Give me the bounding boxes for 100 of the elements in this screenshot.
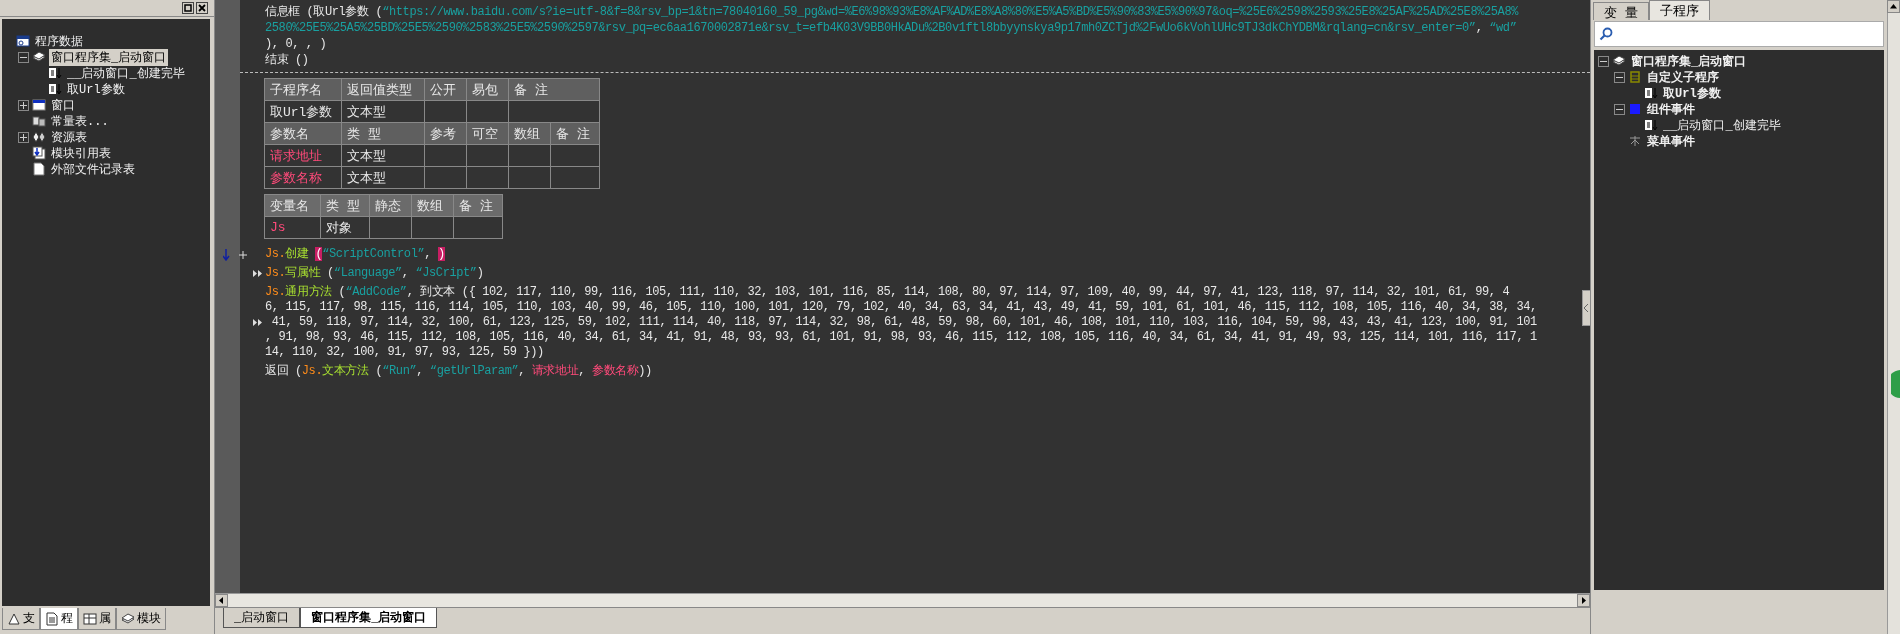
scroll-right-button[interactable] (1577, 594, 1590, 607)
close-button[interactable] (196, 2, 208, 14)
column-header: 可空 (467, 123, 509, 145)
panel-tab[interactable]: 支 (2, 608, 40, 630)
table-cell: Js (265, 217, 321, 239)
code-line: Js.写属性 (“Language”, “JsCript”) (265, 266, 484, 281)
document-tab[interactable]: _启动窗口 (223, 608, 301, 628)
panel-tab[interactable]: 子程序 (1648, 0, 1710, 20)
code-line: 6, 115, 117, 98, 115, 116, 114, 105, 110, 103, 40, 99, 46, 105, 110, 100, 101, 120, 79, 102, 40, 34, 63, 34, 41, 43, 49, 41, 59, 101, 61, 101, 46, 115, 112, 108, 105, 116, 40, 34, 38, 34, (265, 300, 1537, 315)
fold-icon (253, 319, 262, 326)
column-header: 子程序名 (265, 79, 342, 101)
maximize-icon (183, 3, 193, 13)
close-icon (197, 3, 207, 13)
column-header: 参数名 (265, 123, 342, 145)
column-header: 数组 (509, 123, 551, 145)
maximize-button[interactable] (182, 2, 194, 14)
stack-icon (1612, 54, 1626, 68)
app-icon (16, 34, 30, 48)
chevron-left-icon (1583, 304, 1589, 312)
tree-item[interactable]: 取Url参数 (65, 80, 127, 98)
table-cell: 文本型 (342, 145, 425, 167)
column-header: 参考 (425, 123, 467, 145)
collapse-handle[interactable] (1582, 290, 1590, 326)
expander-toggle[interactable] (1614, 103, 1625, 115)
current-line-arrow-icon (223, 248, 249, 261)
table-cell (425, 145, 467, 167)
table-cell (425, 167, 467, 189)
column-header: 备 注 (454, 195, 503, 217)
table-cell (509, 167, 551, 189)
column-header: 类 型 (321, 195, 370, 217)
tree-item[interactable]: 程序数据 (33, 32, 85, 50)
diamond-icon (32, 130, 46, 144)
document-arrow-icon (1644, 86, 1658, 100)
panel-tab[interactable]: 属 (78, 608, 116, 630)
stack-icon (121, 611, 135, 626)
table-cell (509, 145, 551, 167)
expander-toggle[interactable] (18, 131, 29, 143)
tree-item[interactable]: 组件事件 (1645, 100, 1697, 118)
table-cell (551, 145, 600, 167)
tree-item[interactable]: 窗口程序集_启动窗口 (49, 48, 169, 66)
table-cell: 文本型 (342, 167, 425, 189)
table-cell (370, 217, 412, 239)
column-header: 变量名 (265, 195, 321, 217)
code-line: 2580%25E5%25A5%25BD%25E5%2590%2583%25E5%2590%2597&rsv_pq=ec6aa1670002871e&rsv_t=efb4K03V9BB0HkADu%2B0v1ftl8bbyynskya9p17mh0ZCTjd%2FwUo6kVohlUHc9TJ3dkChYDBM&rqlang=cn&rsv_enter=0”, “wd” (265, 20, 1517, 36)
table-cell (467, 145, 509, 167)
document-arrow-icon (48, 82, 62, 96)
file-icon (32, 162, 46, 176)
table-cell: 请求地址 (265, 145, 342, 167)
support-icon (7, 611, 21, 626)
column-header: 数组 (412, 195, 454, 217)
column-header: 备 注 (509, 79, 600, 101)
table-cell (551, 167, 600, 189)
code-line: 41, 59, 118, 97, 114, 32, 100, 61, 123, 125, 59, 102, 111, 114, 40, 118, 97, 114, 32, 98, 61, 48, 59, 98, 60, 101, 46, 108, 101, 110, 103, 116, 104, 59, 98, 43, 43, 41, 123, 100, 91, 101 (270, 315, 1537, 330)
grid-icon (83, 611, 97, 626)
column-header: 返回值类型 (342, 79, 425, 101)
expander-toggle[interactable] (1614, 71, 1625, 83)
horizontal-scrollbar[interactable] (215, 593, 1590, 607)
code-line: Js.通用方法 (“AddCode”, 到文本 ({ 102, 117, 110, 99, 116, 105, 111, 110, 32, 103, 101, 116, 85, 114, 108, 80, 97, 114, 97, 109, 40, 99, 44, 97, 41, 123, 118, 97, 114, 32, 101, 61, 99, 4 (265, 285, 1510, 300)
code-line: Js.创建 (“ScriptControl”, ) (265, 247, 445, 262)
tree-item[interactable]: __启动窗口_创建完毕 (65, 64, 187, 82)
code-line: 信息框 (取Url参数 (“https://www.baidu.com/s?ie=utf-8&f=8&rsv_bp=1&tn=78040160_59_pg&wd=%E6%98%93%E8%AF%AD%E8%A8%80%E5%A5%BD%E5%90%83%E5%90%97&oq=%25E6%2598%2593%25E8%25AF%25AD%25E8%25A8% (265, 4, 1518, 20)
search-field[interactable] (1594, 21, 1884, 47)
stack-icon (32, 50, 46, 64)
panel-tab[interactable]: 变 量 (1593, 2, 1649, 20)
window-icon (32, 98, 46, 112)
table-cell (412, 217, 454, 239)
tree-item[interactable]: 取Url参数 (1661, 84, 1723, 102)
fold-icon (253, 270, 262, 277)
tree-item[interactable]: 自定义子程序 (1645, 68, 1721, 86)
tree-item[interactable]: 常量表... (49, 112, 111, 130)
column-header: 易包 (467, 79, 509, 101)
import-icon (32, 146, 46, 160)
tree-item[interactable]: 窗口 (49, 96, 77, 114)
code-line: ), 0, , ) (265, 36, 327, 52)
column-header: 备 注 (551, 123, 600, 145)
scroll-up-button[interactable] (1887, 0, 1900, 13)
tree-item[interactable]: 菜单事件 (1645, 132, 1697, 150)
code-line: 14, 110, 32, 100, 91, 97, 93, 125, 59 })) (265, 345, 544, 360)
tree-item[interactable]: 资源表 (49, 128, 89, 146)
tree-item[interactable]: 窗口程序集_启动窗口 (1629, 52, 1749, 70)
table-cell: 参数名称 (265, 167, 342, 189)
expander-toggle[interactable] (18, 51, 29, 63)
table-cell: 对象 (321, 217, 370, 239)
code-line: 返回 (Js.文本方法 (“Run”, “getUrlParam”, 请求地址, 参数名称)) (265, 364, 652, 379)
code-line: , 91, 98, 93, 46, 115, 112, 108, 105, 116, 40, 34, 61, 34, 41, 91, 48, 93, 93, 61, 101, 91, 98, 93, 46, 115, 112, 108, 105, 116, 40, 34, 61, 34, 41, 91, 49, 93, 125, 114, 101, 116, 117, 1 (265, 330, 1537, 345)
panel-tab[interactable]: 程 (40, 608, 78, 630)
expander-toggle[interactable] (1598, 55, 1609, 67)
tree-item[interactable]: 模块引用表 (49, 144, 113, 162)
column-header: 静态 (370, 195, 412, 217)
document-icon (45, 611, 59, 626)
column-header: 类 型 (342, 123, 425, 145)
tree-item[interactable]: __启动窗口_创建完毕 (1661, 116, 1783, 134)
tree-item[interactable]: 外部文件记录表 (49, 160, 137, 178)
document-arrow-icon (1644, 118, 1658, 132)
scroll-left-button[interactable] (215, 594, 228, 607)
document-arrow-icon (48, 66, 62, 80)
panel-tab[interactable]: 模块 (116, 608, 166, 630)
document-tab[interactable]: 窗口程序集_启动窗口 (300, 608, 438, 628)
expander-toggle[interactable] (18, 99, 29, 111)
table-cell (454, 217, 503, 239)
